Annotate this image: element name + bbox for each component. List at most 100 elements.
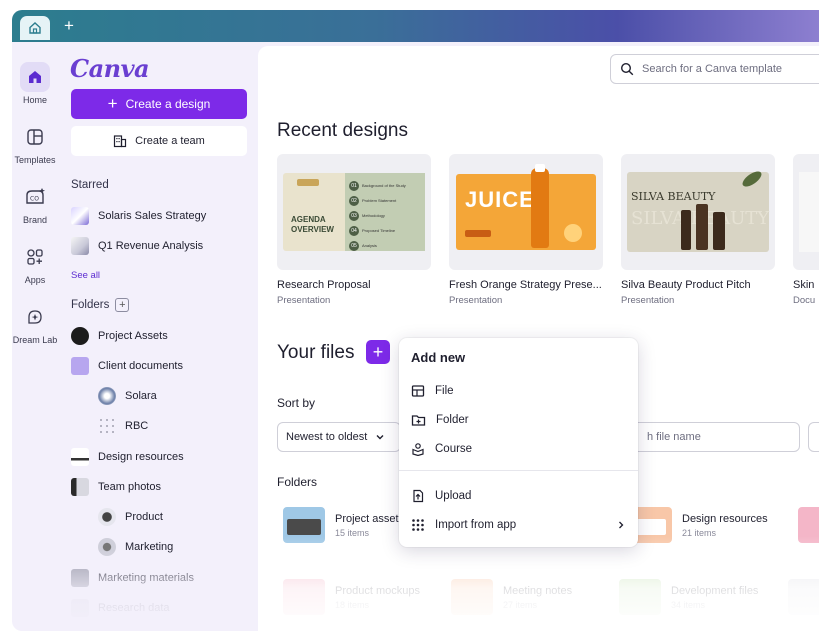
folder-thumbnail: [71, 478, 89, 496]
browser-tab-bar: +: [12, 10, 819, 42]
home-tab[interactable]: [20, 16, 50, 40]
sort-select[interactable]: Newest to oldest: [277, 422, 401, 452]
apps-grid-icon: [412, 519, 424, 531]
add-folder-button[interactable]: +: [115, 298, 130, 312]
folder-name: Development files: [671, 584, 759, 597]
rail-home[interactable]: Home: [12, 62, 58, 105]
menu-item-import-from-app[interactable]: Import from app: [411, 513, 626, 537]
folders-heading: Folders +: [71, 298, 130, 312]
menu-divider: [399, 470, 638, 471]
starred-item[interactable]: Solaris Sales Strategy: [71, 205, 206, 227]
sidebar-folder[interactable]: Research data: [71, 597, 170, 619]
design-thumbnail: AGENDA OVERVIEW 01 Background of the Stud…: [277, 154, 431, 270]
template-search-input[interactable]: Search for a Canva template: [610, 54, 819, 84]
view-toggle-button[interactable]: [808, 422, 819, 452]
search-placeholder: Search for a Canva template: [642, 63, 783, 75]
folder-card[interactable]: Project asset 15 items: [283, 505, 399, 545]
sidebar-folder[interactable]: Team photos: [71, 476, 161, 498]
sidebar-folder[interactable]: Marketing: [98, 536, 173, 558]
folder-card[interactable]: Development files 34 items: [619, 577, 758, 617]
menu-item-label: Upload: [435, 490, 472, 502]
chevron-right-icon: [619, 521, 624, 529]
sidebar-folder-label: Client documents: [98, 360, 183, 372]
starred-heading: Starred: [71, 179, 109, 191]
left-rail: Home Templates CO Brand Apps Dream Lab: [12, 42, 58, 631]
silva-beauty-title: SILVA BEAUTY: [631, 190, 716, 203]
create-design-label: Create a design: [125, 97, 211, 111]
menu-item-label: Course: [435, 443, 473, 455]
upload-icon: [413, 489, 424, 503]
rail-apps[interactable]: Apps: [12, 242, 58, 285]
your-files-title: Your files: [277, 342, 355, 363]
menu-item-file[interactable]: File: [411, 379, 626, 403]
design-card[interactable]: Skin Docu: [793, 154, 819, 306]
sidebar-folder[interactable]: RBC: [98, 415, 148, 437]
create-team-button[interactable]: Create a team: [71, 126, 247, 156]
sidebar-folder[interactable]: Marketing materials: [71, 567, 194, 589]
rail-home-label: Home: [22, 95, 47, 105]
menu-item-label: Import from app: [435, 519, 517, 531]
design-thumbnail: [793, 154, 819, 270]
add-new-title: Add new: [411, 350, 466, 365]
folders-heading-label: Folders: [71, 299, 110, 311]
folder-thumbnail: [71, 327, 89, 345]
rail-templates[interactable]: Templates: [12, 122, 58, 165]
rail-dream-lab[interactable]: Dream Lab: [12, 302, 58, 345]
sidebar-folder[interactable]: Product: [98, 506, 163, 528]
folder-name: Product mockups: [335, 584, 420, 597]
folder-icon: [451, 579, 493, 615]
folder-thumbnail: [71, 357, 89, 375]
sidebar-folder[interactable]: Project Assets: [71, 325, 168, 347]
folder-card[interactable]: Meeting notes 27 items: [451, 577, 572, 617]
folder-thumbnail: [71, 569, 89, 587]
create-design-button[interactable]: + Create a design: [71, 89, 247, 119]
sidebar-folder[interactable]: Solara: [98, 385, 157, 407]
design-thumbnail: JUICE: [449, 154, 603, 270]
sidebar-folder-label: Solara: [125, 390, 157, 402]
sidebar-folder-label: Research data: [98, 602, 170, 614]
folder-card[interactable]: Design resources 21 items: [630, 505, 768, 545]
new-tab-button[interactable]: +: [64, 17, 74, 35]
menu-item-upload[interactable]: Upload: [411, 484, 626, 508]
recent-designs-title: Recent designs: [277, 120, 408, 141]
design-card-type: Presentation: [621, 295, 675, 306]
sidebar-folder[interactable]: Design resources: [71, 446, 184, 468]
canva-window: + Home Templates CO Brand Apps Dream Lab…: [12, 10, 819, 631]
design-card-name: Fresh Orange Strategy Prese...: [449, 279, 602, 291]
folder-icon: [283, 507, 325, 543]
folder-icon: [283, 579, 325, 615]
canva-logo[interactable]: Canva: [70, 54, 150, 83]
menu-item-course[interactable]: Course: [411, 437, 626, 461]
design-card[interactable]: SILVA BEAUTY SILVA BEAUTY Silva Beauty P…: [621, 154, 775, 306]
design-thumbnail: [71, 207, 89, 225]
design-card-type: Presentation: [449, 295, 503, 306]
folder-thumbnail: [98, 417, 116, 435]
sidebar-folder-label: Marketing: [125, 541, 174, 553]
folder-count: 18 items: [335, 599, 370, 610]
menu-item-folder[interactable]: Folder: [411, 408, 626, 432]
design-thumbnail: SILVA BEAUTY SILVA BEAUTY: [621, 154, 775, 270]
design-card[interactable]: AGENDA OVERVIEW 01 Background of the Stud…: [277, 154, 431, 306]
search-icon: [620, 62, 634, 76]
sidebar-folder-label: Team photos: [98, 481, 161, 493]
folder-thumbnail: [98, 508, 116, 526]
file-icon: [411, 385, 425, 397]
rail-apps-label: Apps: [24, 275, 46, 285]
apps-icon: [27, 249, 43, 265]
home-icon: [29, 22, 41, 34]
file-search-input[interactable]: h file name: [610, 422, 800, 452]
folder-card[interactable]: [788, 577, 819, 617]
sidebar: Canva + Create a design Create a team St…: [58, 42, 258, 631]
starred-item[interactable]: Q1 Revenue Analysis: [71, 235, 203, 257]
folder-card[interactable]: [798, 505, 819, 545]
sidebar-folder[interactable]: Client documents: [71, 355, 183, 377]
rail-brand[interactable]: CO Brand: [12, 182, 58, 225]
folder-thumbnail: [71, 599, 89, 617]
folder-icon: [619, 579, 661, 615]
see-all-link[interactable]: See all: [71, 270, 100, 281]
design-card[interactable]: JUICE Fresh Orange Strategy Prese... Pre…: [449, 154, 603, 306]
add-new-button[interactable]: +: [366, 340, 390, 364]
folder-count: 27 items: [503, 599, 538, 610]
sidebar-folder-label: Product: [125, 511, 163, 523]
folder-card[interactable]: Product mockups 18 items: [283, 577, 420, 617]
